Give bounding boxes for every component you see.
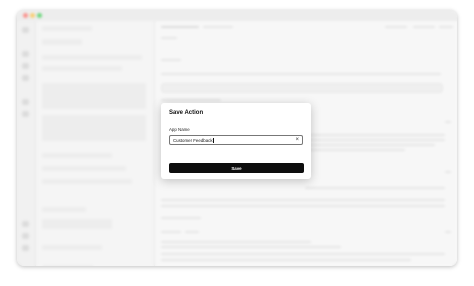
app-name-label: App Name [169,127,190,132]
save-action-dialog: Save Action App Name Customer Feedback ×… [161,103,311,179]
app-name-value: Customer Feedback [173,138,214,143]
app-name-input[interactable]: Customer Feedback × [169,135,303,145]
clear-icon[interactable]: × [295,137,299,144]
dialog-title: Save Action [169,110,204,116]
text-caret [212,138,214,143]
save-button[interactable]: Save [169,163,304,173]
